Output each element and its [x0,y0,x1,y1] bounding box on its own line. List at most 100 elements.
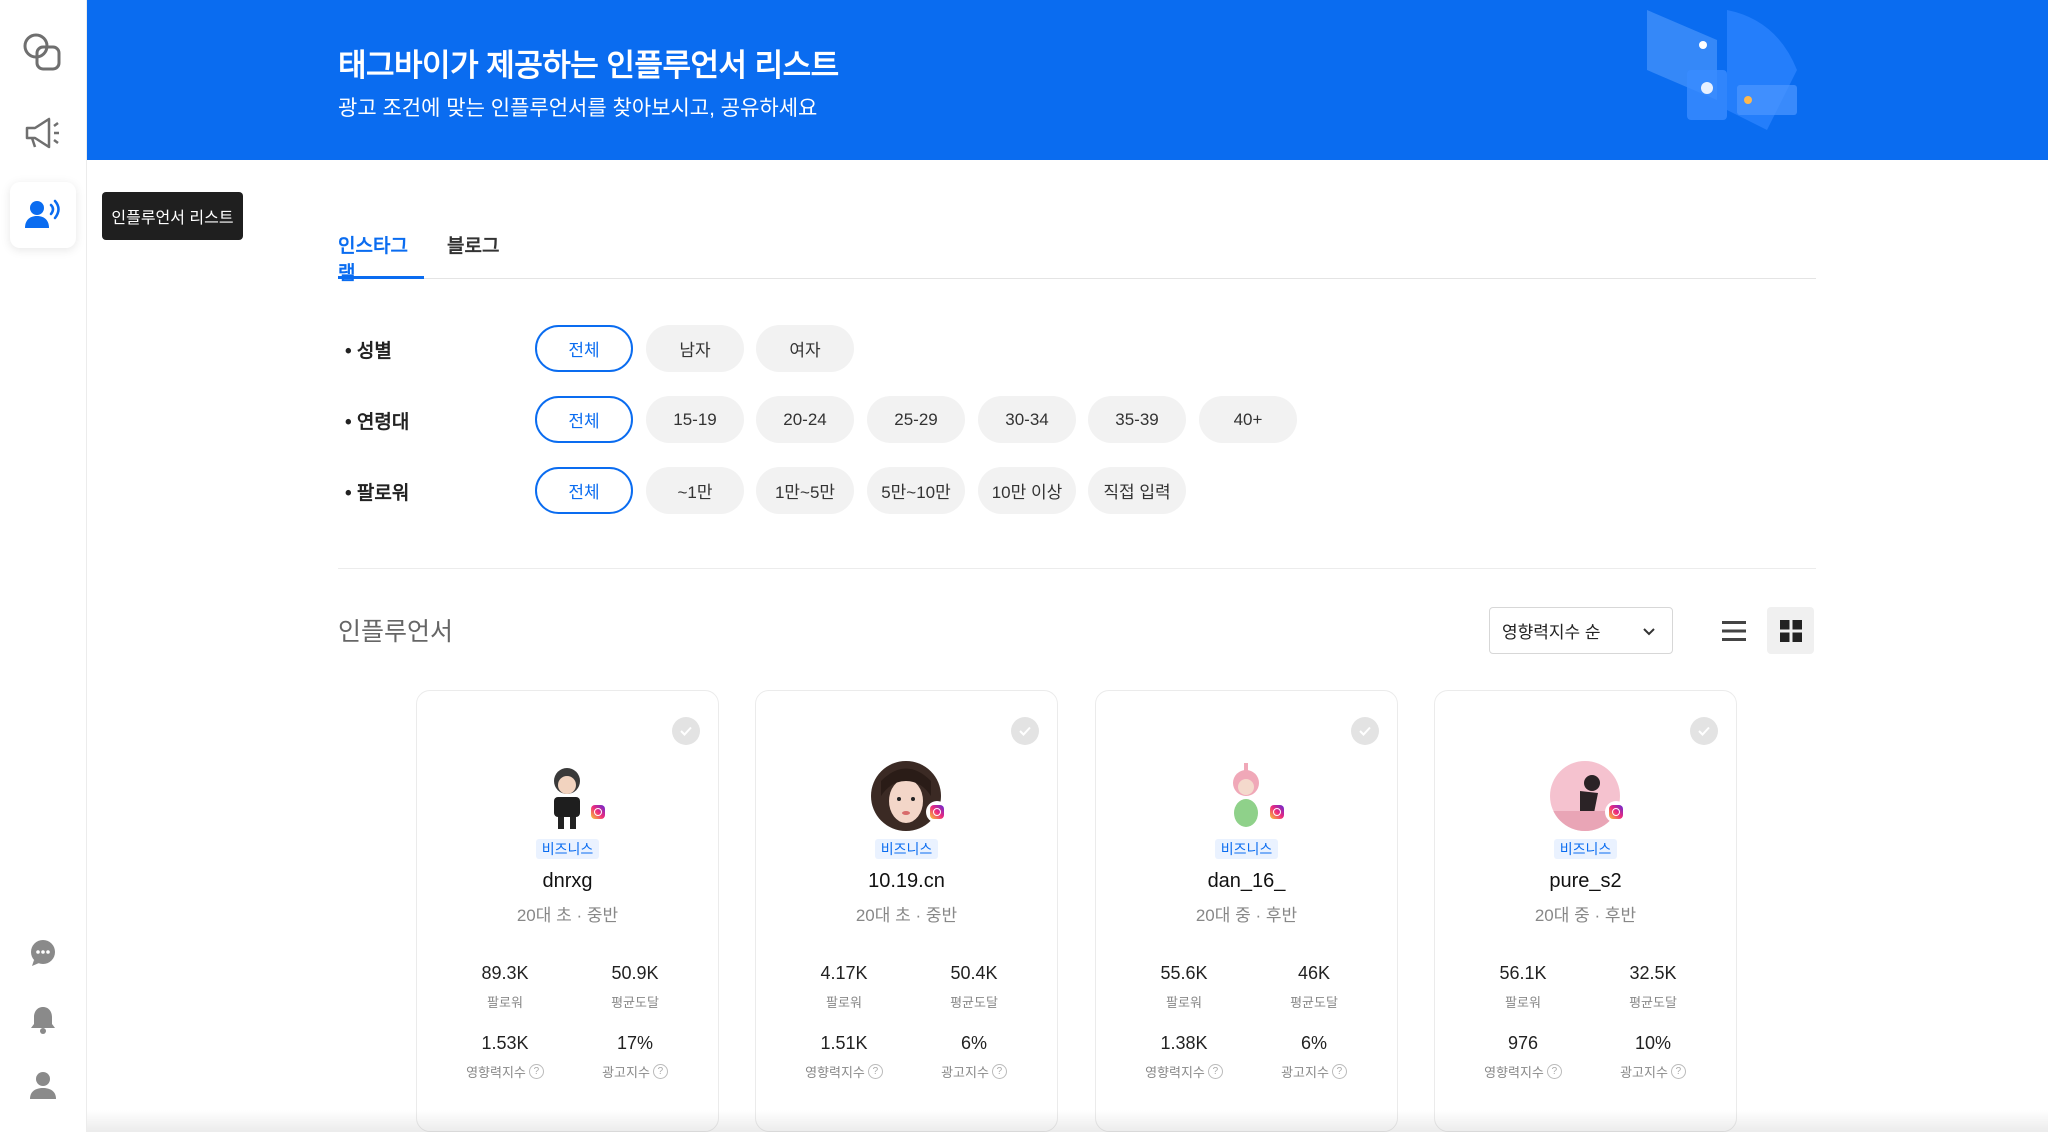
platform-tabs: 인스타그램 블로그 [338,226,1816,284]
influencer-name: dan_16_ [1207,870,1286,892]
stat-influence: 1.53K 영향력지수? [435,1033,575,1081]
stat-ad-index: 10% 광고지수? [1583,1033,1723,1081]
logo-icon [23,33,61,71]
list-title: 인플루언서 [338,618,454,646]
banner-subtitle: 광고 조건에 맞는 인플루언서를 찾아보시고, 공유하세요 [338,97,818,120]
select-checkbox[interactable] [1351,717,1379,745]
instagram-icon [926,801,948,823]
stat-followers: 4.17K 팔로워 [820,963,868,1010]
tab-blog[interactable]: 블로그 [447,226,499,279]
influencer-age: 20대 중 · 후반 [1195,906,1298,925]
stat-followers: 56.1K 팔로워 [1499,963,1547,1010]
user-icon [30,1072,56,1099]
chevron-down-icon [1643,628,1655,636]
scroll-shadow [87,1110,2048,1132]
filter-age-15-19[interactable]: 15-19 [646,396,744,443]
influencer-name: pure_s2 [1549,870,1622,892]
filter-label-age: • 연령대 [345,412,410,433]
filter-label-followers: • 팔로워 [345,483,410,504]
campaign-button[interactable] [10,100,76,166]
sort-dropdown[interactable]: 영향력지수 순 [1489,607,1673,654]
influencer-card[interactable]: 비즈니스 dan_16_ 20대 중 · 후반 55.6K 팔로워 46K 평균도달… [1095,690,1398,1132]
filter-age-30-34[interactable]: 30-34 [978,396,1076,443]
sort-dropdown-value: 영향력지수 순 [1502,623,1601,642]
profile-button[interactable] [10,1052,76,1118]
chat-button[interactable] [10,920,76,986]
tab-instagram[interactable]: 인스타그램 [338,226,424,284]
stat-reach: 32.5K 평균도달 [1629,963,1677,1010]
bell-icon [31,1007,55,1034]
help-icon[interactable]: ? [652,1064,668,1079]
stat-reach: 50.4K 평균도달 [950,963,998,1010]
help-icon[interactable]: ? [1670,1064,1686,1079]
section-divider [338,568,1816,569]
notification-button[interactable] [10,987,76,1053]
instagram-icon [587,801,609,823]
influencer-icon [25,199,60,228]
filter-age-40-plus[interactable]: 40+ [1199,396,1297,443]
stat-ad-index: 6% 광고지수? [904,1033,1044,1081]
filter-followers-over-100k[interactable]: 10만 이상 [978,467,1076,514]
filter-age-25-29[interactable]: 25-29 [867,396,965,443]
list-view-icon [1721,620,1746,641]
help-icon[interactable]: ? [528,1064,544,1079]
account-type-badge: 비즈니스 [1435,839,1736,859]
select-checkbox[interactable] [1011,717,1039,745]
banner-illustration [1647,10,1797,130]
influencer-name: dnrxg [542,870,593,892]
filter-gender-female[interactable]: 여자 [756,325,854,372]
filter-followers-10k-50k[interactable]: 1만~5만 [756,467,854,514]
grid-view-button[interactable] [1767,607,1814,654]
filter-followers-custom[interactable]: 직접 입력 [1088,467,1186,514]
account-type-badge: 비즈니스 [1096,839,1397,859]
influencer-list-button[interactable] [10,182,76,248]
logo-button[interactable] [10,20,76,86]
check-icon [1359,726,1371,736]
filter-followers-all[interactable]: 전체 [535,467,633,514]
influencer-age: 20대 초 · 중반 [516,906,619,925]
stat-reach: 50.9K 평균도달 [611,963,659,1010]
stat-reach: 46K 평균도달 [1290,963,1338,1010]
stat-influence: 1.38K 영향력지수? [1114,1033,1254,1081]
check-icon [1698,726,1710,736]
instagram-icon [1266,801,1288,823]
sidebar-tooltip: 인플루언서 리스트 [102,192,243,240]
stat-ad-index: 6% 광고지수? [1244,1033,1384,1081]
check-icon [680,726,692,736]
account-type-badge: 비즈니스 [417,839,718,859]
filter-gender-male[interactable]: 남자 [646,325,744,372]
filter-followers-50k-100k[interactable]: 5만~10만 [867,467,965,514]
check-icon [1019,726,1031,736]
filter-gender-all[interactable]: 전체 [535,325,633,372]
stat-followers: 55.6K 팔로워 [1160,963,1208,1010]
influencer-name: 10.19.cn [868,870,945,892]
account-type-badge: 비즈니스 [756,839,1057,859]
influencer-card[interactable]: 비즈니스 pure_s2 20대 중 · 후반 56.1K 팔로워 32.5K 평균… [1434,690,1737,1132]
influencer-age: 20대 초 · 중반 [855,906,958,925]
help-icon[interactable]: ? [1207,1064,1223,1079]
influencer-card[interactable]: 비즈니스 10.19.cn 20대 초 · 중반 4.17K 팔로워 50.4K 평… [755,690,1058,1132]
chat-icon [31,940,55,966]
sidebar [0,0,87,1132]
help-icon[interactable]: ? [991,1064,1007,1079]
megaphone-icon [25,117,59,149]
influencer-age: 20대 중 · 후반 [1534,906,1637,925]
filter-label-gender: • 성별 [345,341,392,362]
grid-view-icon [1779,619,1802,642]
help-icon[interactable]: ? [867,1064,883,1079]
filter-age-35-39[interactable]: 35-39 [1088,396,1186,443]
hero-banner: 태그바이가 제공하는 인플루언서 리스트 광고 조건에 맞는 인플루언서를 찾아… [87,0,2048,160]
help-icon[interactable]: ? [1546,1064,1562,1079]
list-view-button[interactable] [1710,607,1757,654]
select-checkbox[interactable] [672,717,700,745]
select-checkbox[interactable] [1690,717,1718,745]
stat-influence: 976 영향력지수? [1453,1033,1593,1081]
stat-influence: 1.51K 영향력지수? [774,1033,914,1081]
help-icon[interactable]: ? [1331,1064,1347,1079]
filter-age-20-24[interactable]: 20-24 [756,396,854,443]
filter-age-all[interactable]: 전체 [535,396,633,443]
stat-ad-index: 17% 광고지수? [565,1033,705,1081]
influencer-card[interactable]: 비즈니스 dnrxg 20대 초 · 중반 89.3K 팔로워 50.9K 평균도달… [416,690,719,1132]
instagram-icon [1605,801,1627,823]
filter-followers-under-10k[interactable]: ~1만 [646,467,744,514]
